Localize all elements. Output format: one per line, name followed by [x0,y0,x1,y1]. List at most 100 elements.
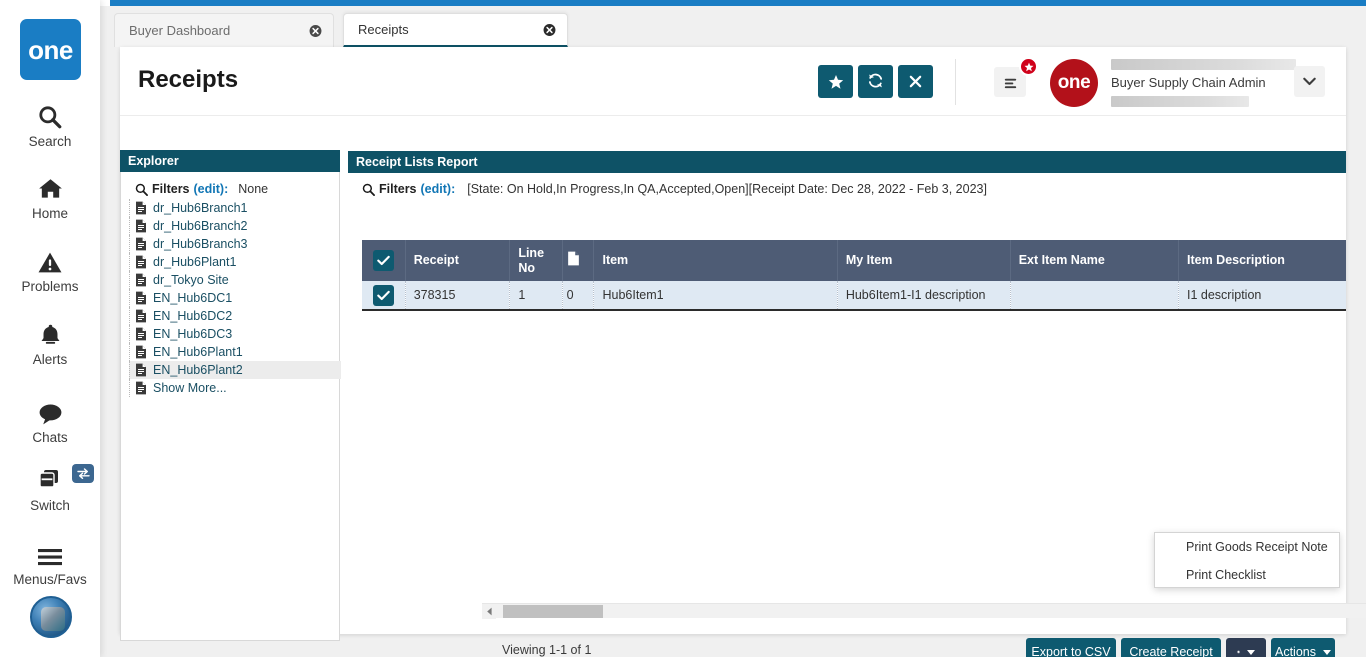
report-title: Receipt Lists Report [356,155,478,169]
star-icon [1024,62,1033,71]
menu-item-print-checklist[interactable]: Print Checklist [1155,561,1339,589]
explorer-filters-value: None [238,182,269,196]
explorer-filters-row: Filters (edit): None [135,182,268,196]
export-to-csv-button[interactable]: Export to CSV [1026,638,1116,657]
report-filters-row: Filters (edit): [State: On Hold,In Progr… [362,182,987,196]
column-header-document[interactable] [562,240,595,281]
check-icon[interactable] [372,284,394,306]
explorer-tree-item[interactable]: dr_Hub6Plant1 [129,253,341,271]
rail-label-problems: Problems [21,279,79,294]
tree-connector [129,235,130,253]
rail-label-search: Search [28,134,72,149]
favorite-button[interactable] [818,65,853,98]
document-icon [135,381,147,398]
close-button[interactable] [898,65,933,98]
cell-receipt[interactable]: 378315 [405,281,511,310]
explorer-panel: Explorer Filters (edit): None dr_Hub6Bra… [120,150,341,641]
rail-item-switch[interactable]: Switch [0,464,100,513]
top-accent-bar [110,0,1366,6]
cell-doc-count[interactable]: 0 [562,281,595,310]
tab-label-receipts: Receipts [358,22,409,37]
user-menu-button[interactable] [1294,66,1325,97]
cell-item[interactable]: Hub6Item1 [593,281,838,310]
explorer-tree-item[interactable]: EN_Hub6Plant1 [129,343,341,361]
explorer-tree-item[interactable]: EN_Hub6DC3 [129,325,341,343]
close-circle-icon[interactable] [543,23,556,36]
document-icon [135,327,147,344]
select-all-header[interactable] [362,240,406,281]
actions-label: Actions [1275,645,1316,657]
chat-bubble-icon [37,396,64,426]
check-icon[interactable] [372,250,394,271]
explorer-tree-item-show-more[interactable]: Show More... [129,379,341,397]
rail-item-chats[interactable]: Chats [0,396,100,445]
explorer-tree-item-label: EN_Hub6DC2 [153,309,233,323]
row-checkbox-cell[interactable] [362,281,406,310]
report-filters-value: [State: On Hold,In Progress,In QA,Accept… [467,182,987,196]
menu-item-print-goods-receipt-note[interactable]: Print Goods Receipt Note [1155,533,1339,561]
explorer-tree-item-label: dr_Hub6Branch1 [153,201,248,215]
rail-item-search[interactable]: Search [0,100,100,149]
print-dropdown-menu: Print Goods Receipt Note Print Checklist [1154,532,1340,588]
search-icon [37,100,63,130]
explorer-filters-edit-link[interactable]: (edit): [194,182,229,196]
page-title: Receipts [138,66,239,93]
explorer-tree-item-label: Show More... [153,381,227,395]
user-avatar-icon[interactable] [30,596,72,638]
rail-item-home[interactable]: Home [0,172,100,221]
refresh-button[interactable] [858,65,893,98]
document-icon [135,255,147,272]
notification-badge[interactable] [1019,57,1038,76]
explorer-tree-item[interactable]: EN_Hub6DC1 [129,289,341,307]
print-dropdown-button[interactable] [1226,638,1266,657]
column-header-line-no[interactable]: Line No [509,240,563,281]
column-header-my-item[interactable]: My Item [837,240,1011,281]
column-header-ext-item-name[interactable]: Ext Item Name [1010,240,1180,281]
table-row[interactable]: 378315 1 0 Hub6Item1 Hub6Item1-I1 descri… [362,281,1346,310]
rail-item-alerts[interactable]: Alerts [0,318,100,367]
scroll-left-arrow-icon[interactable] [482,604,496,619]
column-header-item-description[interactable]: Item Description [1178,240,1346,281]
explorer-tree-item[interactable]: dr_Hub6Branch2 [129,217,341,235]
report-filters-edit-link[interactable]: (edit): [421,182,456,196]
rail-label-chats: Chats [32,430,68,445]
app-logo[interactable]: one [20,19,81,80]
rail-label-alerts: Alerts [32,352,68,367]
column-header-receipt[interactable]: Receipt [405,240,511,281]
menu-list-icon [1004,78,1016,88]
rail-item-problems[interactable]: Problems [0,245,100,294]
explorer-tree-item[interactable]: EN_Hub6DC2 [129,307,341,325]
explorer-tree-item[interactable]: dr_Hub6Branch3 [129,235,341,253]
close-circle-icon[interactable] [309,24,322,37]
cell-line-no[interactable]: 1 [509,281,563,310]
actions-dropdown-button[interactable]: Actions [1271,638,1335,657]
redacted-org-line-bottom [1111,96,1249,107]
tab-receipts[interactable]: Receipts [343,13,568,47]
create-receipt-button[interactable]: Create Receipt [1121,638,1221,657]
tree-connector [129,361,130,379]
report-filters-label: Filters [379,182,417,196]
explorer-tree-item-selected[interactable]: EN_Hub6Plant2 [129,361,341,379]
tree-connector [129,343,130,361]
document-icon [135,219,147,236]
scrollbar-thumb[interactable] [503,605,603,618]
rail-item-menus-favs[interactable]: Menus/Favs [0,538,100,587]
table-horizontal-scrollbar[interactable] [482,603,1366,619]
x-icon [909,75,922,88]
explorer-tree-item[interactable]: dr_Tokyo Site [129,271,341,289]
tab-buyer-dashboard[interactable]: Buyer Dashboard [114,13,334,47]
redacted-org-line-top [1111,59,1296,70]
tree-connector [129,325,130,343]
tree-connector [129,217,130,235]
column-header-item[interactable]: Item [593,240,838,281]
switch-toggle-badge[interactable] [72,464,94,483]
explorer-tree-item[interactable]: dr_Hub6Branch1 [129,199,341,217]
user-info-block: Buyer Supply Chain Admin [1111,59,1301,107]
header-divider [955,59,956,105]
rail-label-menus-favs: Menus/Favs [13,572,87,587]
page-header: Receipts one Buyer Supply Chain Admin [120,47,1346,116]
report-panel-header: Receipt Lists Report [348,151,1346,173]
explorer-tree: dr_Hub6Branch1 dr_Hub6Branch2 dr_Hub6Bra… [129,199,341,397]
explorer-tree-item-label: dr_Hub6Branch3 [153,237,248,251]
search-icon [362,183,375,196]
